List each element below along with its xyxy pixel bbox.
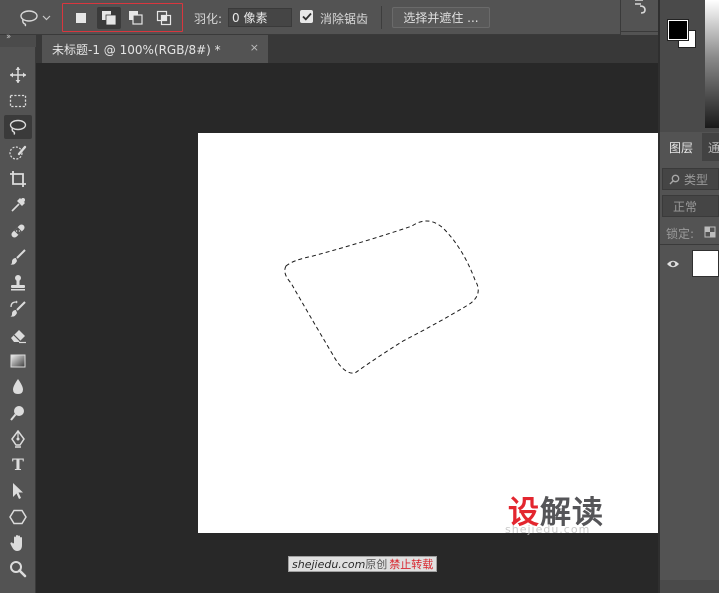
eraser-icon	[11, 330, 26, 344]
add-to-selection-button[interactable]	[96, 6, 121, 29]
gradient-tool[interactable]	[4, 349, 32, 373]
layers-panel-tabs: 图层 通	[660, 133, 719, 161]
document-tab-title: 未标题-1 @ 100%(RGB/8#) *	[52, 42, 221, 57]
color-panel	[660, 0, 719, 132]
eyedropper-tool[interactable]	[4, 193, 32, 217]
intersect-with-selection-icon	[157, 10, 172, 25]
copyright-badge: shejiedu.com 原创 禁止转载	[288, 556, 438, 572]
brush-tool[interactable]	[4, 245, 32, 269]
clone-stamp-tool[interactable]	[4, 271, 32, 295]
lasso-selection-marquee[interactable]	[198, 133, 658, 533]
lock-label: 锁定:	[666, 227, 695, 241]
new-selection-button[interactable]	[69, 7, 93, 29]
options-bar: 羽化: 消除锯齿 选择并遮住 ...	[0, 0, 658, 35]
selection-mode-group	[62, 3, 183, 32]
options-divider	[381, 6, 382, 29]
badge-site: shejiedu.com	[292, 557, 366, 571]
watermark-subtitle: shejiedu.com	[505, 523, 591, 536]
tool-preset-picker[interactable]	[18, 7, 58, 29]
document-tab[interactable]: 未标题-1 @ 100%(RGB/8#) * ×	[42, 35, 268, 63]
stamp-icon	[11, 275, 25, 291]
move-icon	[10, 67, 26, 83]
panel-footer	[660, 580, 719, 593]
hexagon-icon	[9, 509, 27, 525]
eraser-tool[interactable]	[4, 323, 32, 347]
double-chevron-icon: ››	[6, 32, 11, 42]
antialias-checkbox[interactable]	[300, 10, 313, 23]
shape-tool[interactable]	[4, 505, 32, 529]
arrow-cursor-icon	[13, 483, 23, 499]
dodge-tool[interactable]	[4, 401, 32, 425]
bandage-icon	[11, 224, 25, 238]
chevron-down-icon	[42, 15, 51, 21]
quick-selection-icon	[9, 145, 27, 160]
type-tool[interactable]: T	[4, 453, 32, 477]
layer-row[interactable]	[660, 245, 719, 285]
crop-tool[interactable]	[4, 167, 32, 191]
quick-selection-tool[interactable]	[4, 141, 32, 165]
right-panel-dock: 图层 通 类型 正常 锁定:	[660, 0, 719, 593]
crop-icon	[10, 171, 26, 187]
badge-forbid: 禁止转载	[389, 558, 434, 571]
foreground-color-swatch[interactable]	[667, 19, 689, 41]
badge-original: 原创	[365, 558, 388, 571]
tab-channels[interactable]: 通	[708, 133, 719, 161]
move-tool[interactable]	[4, 63, 32, 87]
feather-input[interactable]	[228, 8, 292, 27]
water-drop-icon	[13, 379, 23, 394]
marquee-tool[interactable]	[4, 89, 32, 113]
subtract-from-selection-button[interactable]	[124, 7, 148, 29]
lock-transparent-pixels-icon[interactable]	[704, 226, 716, 238]
eyedropper-icon	[11, 198, 25, 212]
layer-filter-select[interactable]: 类型	[662, 168, 719, 190]
intersect-with-selection-button[interactable]	[152, 7, 176, 29]
path-selection-tool[interactable]	[4, 479, 32, 503]
pen-nib-icon	[11, 430, 25, 448]
gradient-icon	[10, 354, 26, 368]
subtract-from-selection-icon	[129, 10, 143, 25]
select-and-mask-button[interactable]: 选择并遮住 ...	[392, 7, 490, 28]
history-brush-tool[interactable]	[4, 297, 32, 321]
antialias-label: 消除锯齿	[320, 12, 369, 26]
blend-mode-select[interactable]: 正常	[662, 195, 719, 217]
type-icon: T	[12, 455, 24, 474]
toolbar-collapse-header[interactable]: ››	[0, 32, 36, 47]
hand-tool[interactable]	[4, 531, 32, 555]
tab-layers[interactable]: 图层	[660, 133, 702, 161]
tools-panel: T	[0, 47, 36, 593]
rect-marquee-icon	[9, 94, 27, 108]
eye-icon[interactable]	[666, 259, 680, 269]
lasso-tool[interactable]	[4, 115, 32, 139]
color-picker-gradient[interactable]	[705, 0, 719, 128]
brush-icon	[10, 249, 26, 265]
hand-icon	[10, 535, 22, 551]
feather-label: 羽化:	[194, 12, 223, 26]
new-selection-icon	[75, 12, 86, 23]
layer-thumbnail[interactable]	[692, 250, 719, 277]
search-icon	[669, 174, 680, 184]
blur-tool[interactable]	[4, 375, 32, 399]
history-panel-icon[interactable]	[632, 0, 648, 14]
lasso-icon	[9, 119, 27, 135]
add-to-selection-icon	[101, 10, 117, 25]
strip-divider	[621, 31, 659, 32]
magnifier-icon	[10, 561, 27, 578]
lasso-icon	[20, 10, 38, 27]
zoom-tool[interactable]	[4, 557, 32, 581]
document-canvas[interactable]	[198, 133, 658, 533]
close-icon[interactable]: ×	[250, 41, 259, 54]
canvas-workspace[interactable]: 设解读 shejiedu.com shejiedu.com 原创 禁止转载	[37, 63, 658, 593]
pen-tool[interactable]	[4, 427, 32, 451]
checkmark-icon	[301, 12, 312, 21]
document-tab-bar: 未标题-1 @ 100%(RGB/8#) * ×	[36, 35, 658, 63]
layer-filter-label: 类型	[684, 172, 709, 187]
healing-brush-tool[interactable]	[4, 219, 32, 243]
history-brush-icon	[10, 300, 26, 317]
dodge-icon	[10, 406, 24, 421]
